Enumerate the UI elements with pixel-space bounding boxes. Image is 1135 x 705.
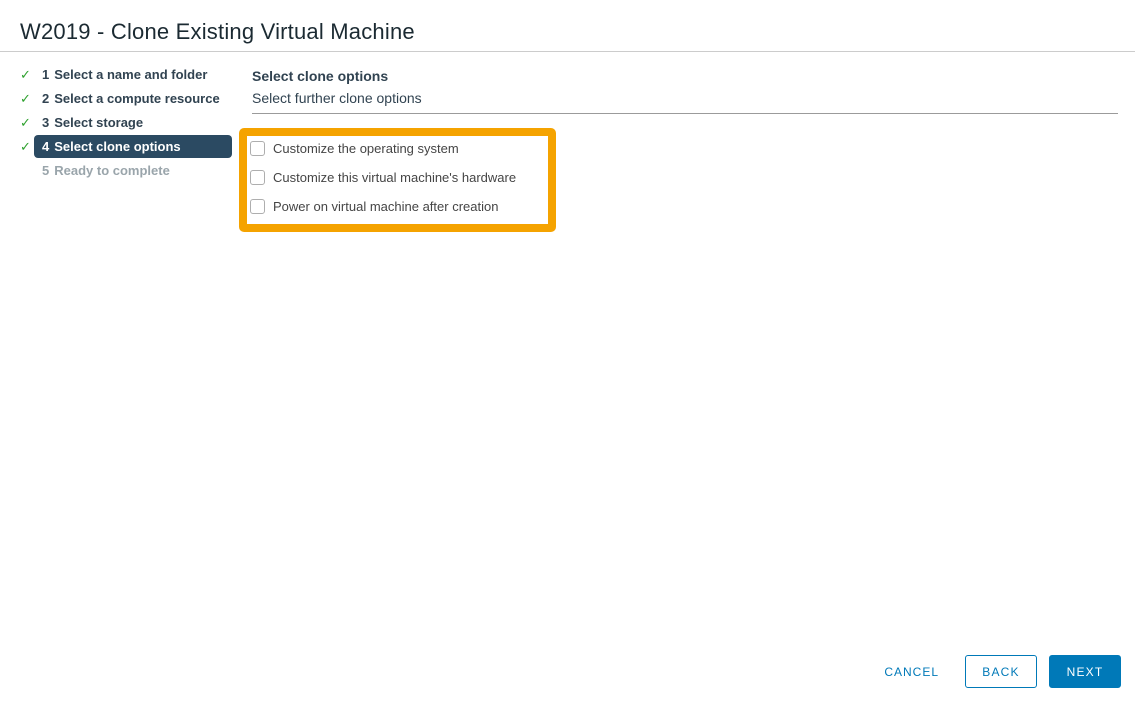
step-item-ready-to-complete: 5 Ready to complete bbox=[20, 158, 232, 182]
step-label: 5 Ready to complete bbox=[42, 162, 170, 178]
check-icon: ✓ bbox=[20, 114, 31, 130]
customize-hardware-checkbox[interactable] bbox=[250, 170, 265, 185]
option-customize-hardware: Customize this virtual machine's hardwar… bbox=[250, 163, 550, 192]
cancel-button[interactable]: CANCEL bbox=[884, 665, 939, 679]
back-button[interactable]: BACK bbox=[965, 655, 1037, 688]
content-divider bbox=[252, 113, 1118, 114]
check-icon: ✓ bbox=[20, 90, 31, 106]
clone-vm-wizard: W2019 - Clone Existing Virtual Machine ✓… bbox=[0, 0, 1135, 705]
customize-hardware-label[interactable]: Customize this virtual machine's hardwar… bbox=[273, 170, 516, 185]
check-icon: ✓ bbox=[20, 138, 31, 154]
step-label: 2 Select a compute resource bbox=[42, 90, 220, 106]
step-item-select-name-folder[interactable]: ✓ 1 Select a name and folder bbox=[20, 62, 232, 86]
power-on-checkbox[interactable] bbox=[250, 199, 265, 214]
step-label-active: 4 Select clone options bbox=[34, 134, 232, 158]
option-power-on: Power on virtual machine after creation bbox=[250, 192, 550, 221]
option-customize-os: Customize the operating system bbox=[250, 134, 550, 163]
clone-options-list: Customize the operating system Customize… bbox=[250, 134, 550, 221]
check-icon: ✓ bbox=[20, 66, 31, 82]
next-button[interactable]: NEXT bbox=[1049, 655, 1121, 688]
step-item-select-storage[interactable]: ✓ 3 Select storage bbox=[20, 110, 232, 134]
step-item-select-clone-options[interactable]: ✓ 4 Select clone options bbox=[20, 134, 232, 158]
wizard-title: W2019 - Clone Existing Virtual Machine bbox=[20, 19, 415, 44]
page-title: Select clone options bbox=[252, 68, 389, 84]
step-label: 1 Select a name and folder bbox=[42, 66, 208, 82]
power-on-label[interactable]: Power on virtual machine after creation bbox=[273, 199, 498, 214]
page-subtitle: Select further clone options bbox=[252, 90, 422, 106]
customize-os-label[interactable]: Customize the operating system bbox=[273, 141, 459, 156]
step-item-select-compute-resource[interactable]: ✓ 2 Select a compute resource bbox=[20, 86, 232, 110]
wizard-steps-sidebar: ✓ 1 Select a name and folder ✓ 2 Select a … bbox=[20, 62, 232, 182]
wizard-footer: CANCEL BACK NEXT bbox=[884, 655, 1121, 688]
title-divider bbox=[0, 51, 1135, 52]
step-label: 3 Select storage bbox=[42, 114, 144, 130]
customize-os-checkbox[interactable] bbox=[250, 141, 265, 156]
